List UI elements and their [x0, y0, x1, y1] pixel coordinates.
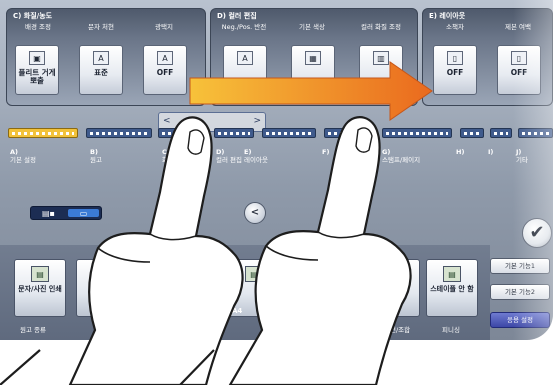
index-label-d[interactable]: D) 컬러 편집 — [216, 148, 242, 164]
background-value: 플리트 거게 뽀출 — [18, 68, 56, 85]
favorites-area: ▤ 문자/사진 인쇄 ▤ ▤ ▤ ▤ ▤ 스테이플 안 함 A4 단면 > 단면… — [0, 245, 490, 340]
caption-text-enhance: 문자 처현 — [88, 23, 114, 31]
caption-binding-margin: 제본 여백 — [505, 23, 531, 31]
binding-margin-value: OFF — [510, 68, 528, 77]
index-label-a[interactable]: A) 기본 설정 — [10, 148, 36, 164]
function-strip: C) 화질/농도 배경 조정 문자 처현 광택지 ▣ 플리트 거게 뽀출 A 표… — [0, 0, 553, 108]
advanced-settings-tab[interactable]: 응용 설정 — [490, 312, 550, 328]
index-segment-c[interactable] — [158, 128, 206, 138]
favorite-original-type[interactable]: ▤ 문자/사진 인쇄 — [14, 259, 66, 317]
binding-margin-button[interactable]: ▯ OFF — [497, 45, 541, 95]
group-color-edit: D) 컬러 편집 Neg./Pos. 반전 기본 색상 컬러 화질 조정 A ▦… — [210, 8, 418, 106]
group-title: E) 레이아웃 — [429, 12, 466, 20]
favorite-staple[interactable]: ▤ 스테이플 안 함 — [426, 259, 478, 317]
slot-icon: ▤ — [93, 266, 111, 282]
index-layout-switch[interactable]: ▤▪ ▭ — [30, 206, 102, 220]
favorite-slot[interactable]: ▤ — [76, 259, 128, 317]
index-segment-h[interactable] — [460, 128, 484, 138]
caption-paper: 지 — [216, 326, 222, 334]
favorite-value: 스테이플 안 함 — [430, 285, 474, 293]
glossy-button[interactable]: A OFF — [143, 45, 187, 95]
text-enhance-icon: A — [93, 51, 109, 65]
device-panel: C) 화질/농도 배경 조정 문자 처현 광택지 ▣ 플리트 거게 뽀출 A 표… — [0, 0, 553, 340]
group-title: C) 화질/농도 — [13, 12, 53, 20]
layout-option-a[interactable]: ▤▪ — [33, 209, 64, 218]
layout-option-b[interactable]: ▭ — [68, 209, 99, 218]
favorite-value: 문자/사진 인쇄 — [18, 285, 62, 293]
function-index-bar[interactable] — [8, 128, 553, 142]
back-button[interactable]: < — [244, 202, 266, 224]
index-label-g[interactable]: G) 스탬프/페이지 — [382, 148, 420, 164]
text-enhance-value: 표준 — [94, 68, 108, 77]
booklet-value: OFF — [446, 68, 464, 77]
favorite-slot[interactable]: ▤ — [164, 259, 216, 317]
marker-right-glyph: > — [253, 116, 261, 126]
favorite-duplex[interactable]: ▤ — [368, 259, 420, 317]
binding-margin-icon: ▯ — [511, 51, 527, 65]
index-label-j[interactable]: J) 기타 — [516, 148, 528, 164]
group-title: D) 컬러 편집 — [217, 12, 257, 20]
index-segment-b[interactable] — [86, 128, 152, 138]
caption-basic-color: 기본 색상 — [299, 23, 325, 31]
booklet-icon: ▯ — [447, 51, 463, 65]
glossy-icon: A — [157, 51, 173, 65]
booklet-button[interactable]: ▯ OFF — [433, 45, 477, 95]
duplex-value: 단면 > 단면 — [350, 328, 387, 336]
index-label-i[interactable]: I) — [488, 148, 493, 156]
neg-pos-icon: A — [237, 51, 253, 65]
index-label-b[interactable]: B) 원고 — [90, 148, 102, 164]
index-segment-a[interactable] — [8, 128, 78, 138]
paper-size-value: A4 — [232, 307, 243, 315]
color-quality-button[interactable]: ▥ — [359, 45, 403, 95]
index-segment-f[interactable] — [324, 128, 374, 138]
caption-background: 배경 조정 — [25, 23, 51, 31]
paper-icon: ▤ — [245, 266, 263, 282]
caption-color-quality: 컬러 화질 조정 — [360, 23, 401, 31]
slot-icon: ▤ — [181, 266, 199, 282]
caption-finishing: 피니싱 — [442, 326, 460, 334]
text-enhance-button[interactable]: A 표준 — [79, 45, 123, 95]
group-image-quality: C) 화질/농도 배경 조정 문자 처현 광택지 ▣ 플리트 거게 뽀출 A 표… — [6, 8, 206, 106]
index-segment-d[interactable] — [214, 128, 254, 138]
caption-duplex: 양면/조합 — [384, 326, 411, 334]
index-label-h[interactable]: H) — [456, 148, 464, 156]
duplex-icon: ▤ — [385, 266, 403, 282]
index-segment-g[interactable] — [382, 128, 452, 138]
color-quality-icon: ▥ — [373, 51, 389, 65]
staple-icon: ▤ — [443, 266, 461, 282]
group-layout: E) 레이아웃 소책자 제본 여백 ▯ OFF ▯ OFF — [422, 8, 553, 106]
basic-function-1-tab[interactable]: 기본 기능1 — [490, 258, 550, 274]
index-label-c[interactable]: C) 화질/농도 — [162, 148, 188, 164]
basic-color-icon: ▦ — [305, 51, 321, 65]
background-icon: ▣ — [29, 51, 45, 65]
index-segment-j[interactable] — [518, 128, 553, 138]
caption-original-type: 원고 종류 — [20, 326, 46, 334]
caption-booklet: 소책자 — [446, 23, 464, 31]
neg-pos-button[interactable]: A — [223, 45, 267, 95]
index-label-f[interactable]: F) — [322, 148, 329, 156]
index-segment-i[interactable] — [490, 128, 512, 138]
index-segment-e[interactable] — [262, 128, 316, 138]
index-label-e[interactable]: E) 레이아웃 — [244, 148, 268, 164]
basic-function-2-tab[interactable]: 기본 기능2 — [490, 284, 550, 300]
ok-check-button[interactable]: ✔ — [522, 218, 552, 248]
text-photo-icon: ▤ — [31, 266, 49, 282]
caption-glossy: 광택지 — [155, 23, 173, 31]
marker-left-glyph: < — [163, 116, 171, 126]
glossy-value: OFF — [156, 68, 174, 77]
background-adjust-button[interactable]: ▣ 플리트 거게 뽀출 — [15, 45, 59, 95]
basic-color-button[interactable]: ▦ — [291, 45, 335, 95]
caption-neg-pos: Neg./Pos. 반전 — [221, 23, 267, 31]
